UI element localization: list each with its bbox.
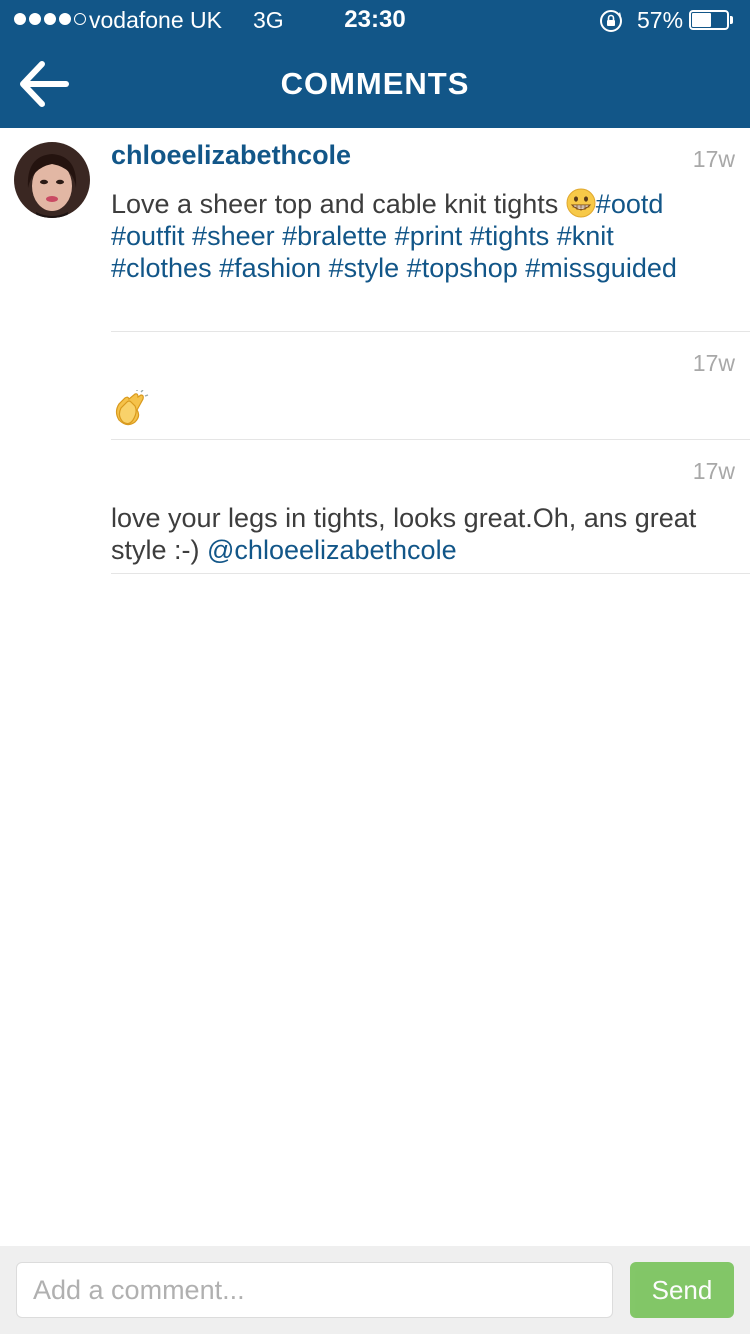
comment-text — [111, 389, 714, 435]
send-button[interactable]: Send — [630, 1262, 734, 1318]
comment-time: 17w — [692, 350, 735, 376]
mention-link[interactable]: @chloeelizabethcole — [207, 535, 457, 565]
clapping-hands-icon — [115, 389, 149, 426]
comment-body: 17w love your legs in tights, looks grea… — [111, 440, 750, 574]
comment-time: 17w — [692, 146, 735, 172]
comment-text-plain: Love a sheer top and cable knit tights — [111, 189, 566, 219]
battery-tip — [730, 16, 733, 24]
comment-item: 17w love your legs in tights, looks grea… — [0, 440, 750, 574]
comment-text: Love a sheer top and cable knit tights #… — [111, 188, 714, 284]
avatar[interactable] — [14, 142, 90, 218]
hashtag-link[interactable]: #ootd — [596, 189, 664, 219]
status-bar: vodafone UK 3G 23:30 57% — [0, 0, 750, 40]
battery-icon — [689, 10, 733, 30]
comment-input[interactable] — [16, 1262, 613, 1318]
battery-percentage: 57% — [637, 7, 684, 33]
comment-item: 17w — [0, 332, 750, 440]
caption-comment: chloeelizabethcole 17w Love a sheer top … — [0, 128, 750, 332]
comments-list: chloeelizabethcole 17w Love a sheer top … — [0, 128, 750, 574]
comment-body: 17w — [111, 332, 750, 440]
battery-fill — [692, 13, 711, 27]
rotation-lock-icon — [600, 10, 622, 32]
comment-bar: Send — [0, 1246, 750, 1334]
nav-bar: COMMENTS — [0, 40, 750, 128]
comment-text: love your legs in tights, looks great.Oh… — [111, 502, 714, 566]
comment-username[interactable]: chloeelizabethcole — [111, 140, 351, 171]
comment-divider — [111, 573, 750, 574]
hashtag-links[interactable]: #outfit #sheer #bralette #print #tights … — [111, 221, 677, 283]
page-title: COMMENTS — [280, 66, 470, 101]
comments-screen: vodafone UK 3G 23:30 57% COMMENTS chloee… — [0, 0, 750, 1334]
comment-time: 17w — [692, 458, 735, 484]
profile-photo — [14, 142, 90, 218]
top-bar: vodafone UK 3G 23:30 57% COMMENTS — [0, 0, 750, 128]
comment-body: chloeelizabethcole 17w Love a sheer top … — [111, 128, 750, 332]
grinning-face-icon — [566, 188, 596, 218]
